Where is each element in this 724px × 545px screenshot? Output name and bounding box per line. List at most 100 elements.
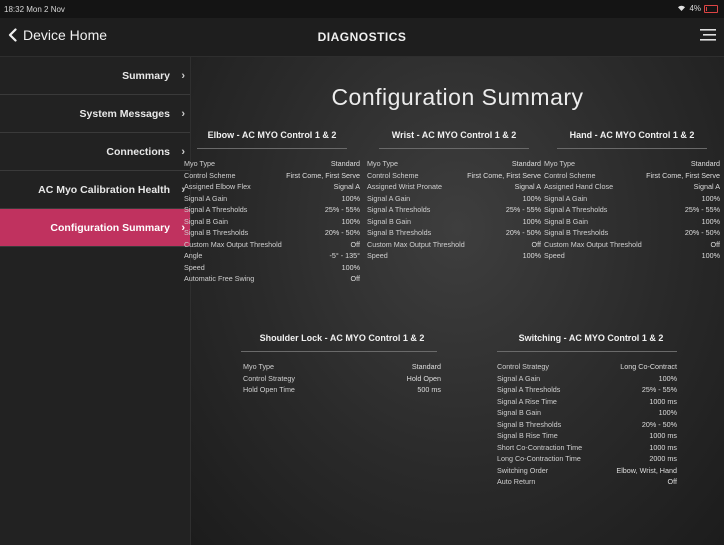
sidebar-item-summary[interactable]: Summary ›	[0, 57, 190, 95]
config-row-label: Speed	[184, 262, 205, 272]
config-row-value: 20% - 50%	[505, 228, 541, 237]
config-row-value: -5° - 135°	[329, 251, 360, 260]
config-row-label: Auto Return	[497, 477, 536, 486]
config-row: Myo Type Standard	[367, 158, 541, 170]
config-row: Signal A Rise Time 1000 ms	[497, 396, 677, 408]
config-row: Signal A Gain 100%	[497, 373, 677, 385]
section-heading: Elbow - AC MYO Control 1 & 2	[207, 130, 337, 140]
config-row-label: Signal B Gain	[497, 408, 541, 417]
config-row-value: 20% - 50%	[684, 228, 720, 237]
config-row-value: 20% - 50%	[641, 419, 677, 429]
config-row: Signal B Gain 100%	[184, 216, 360, 228]
config-row-value: 100%	[701, 193, 720, 203]
config-row-value: Signal A	[514, 182, 541, 191]
sidebar-item-system-messages[interactable]: System Messages ›	[0, 95, 190, 133]
config-row-label: Signal B Thresholds	[497, 419, 562, 429]
status-time: 18:32 Mon 2 Nov	[4, 5, 65, 14]
config-row: Signal B Thresholds 20% - 50%	[544, 227, 720, 239]
sidebar: Summary › System Messages › Connections …	[0, 57, 191, 545]
config-row: Signal B Gain 100%	[497, 407, 677, 419]
config-row-label: Custom Max Output Threshold	[544, 239, 642, 249]
config-row: Control Scheme First Come, First Serve	[184, 170, 360, 182]
config-row-value: 2000 ms	[649, 454, 677, 463]
page-title: DIAGNOSTICS	[317, 30, 407, 44]
chevron-right-icon: ›	[181, 107, 185, 120]
config-row-label: Automatic Free Swing	[184, 274, 255, 283]
shoulder-lock-section: Shoulder Lock - AC MYO Control 1 & 2 Myo…	[237, 333, 447, 396]
config-row: Switching Order Elbow, Wrist, Hand	[497, 465, 677, 477]
config-row-value: 100%	[341, 193, 360, 203]
config-row: Short Co-Contraction Time 1000 ms	[497, 442, 677, 454]
config-row-value: Elbow, Wrist, Hand	[616, 465, 677, 475]
sidebar-item-configuration-summary[interactable]: Configuration Summary ›	[0, 209, 190, 247]
config-row: Signal A Gain 100%	[544, 193, 720, 205]
sidebar-item-ac-myo-calibration-health[interactable]: AC Myo Calibration Health ›	[0, 171, 190, 209]
config-row-value: Standard	[511, 159, 541, 168]
config-row: Myo Type Standard	[243, 361, 441, 373]
divider	[241, 351, 437, 352]
config-row: Assigned Elbow Flex Signal A	[184, 181, 360, 193]
config-row: Control Scheme First Come, First Serve	[367, 170, 541, 182]
config-row-label: Signal A Thresholds	[544, 205, 608, 214]
config-row-label: Hold Open Time	[243, 385, 295, 394]
section-heading: Wrist - AC MYO Control 1 & 2	[391, 130, 517, 140]
nav-bar: Device Home DIAGNOSTICS	[0, 18, 724, 57]
config-row-value: First Come, First Serve	[467, 170, 541, 180]
hand-section: Hand - AC MYO Control 1 & 2 Myo Type Stan…	[544, 130, 720, 262]
config-row: Long Co-Contraction Time 2000 ms	[497, 453, 677, 465]
config-row-value: 25% - 55%	[505, 205, 541, 214]
config-row: Custom Max Output Threshold Off	[544, 239, 720, 251]
config-row: Control Strategy Long Co-Contract	[497, 361, 677, 373]
config-row: Signal A Thresholds 25% - 55%	[544, 204, 720, 216]
config-row-value: Standard	[330, 159, 360, 168]
sidebar-item-label: Configuration Summary	[50, 221, 170, 234]
config-row: Signal A Thresholds 25% - 55%	[497, 384, 677, 396]
sidebar-item-label: System Messages	[79, 107, 170, 120]
config-rows: Myo Type Standard Control Strategy Hold Ope…	[237, 361, 447, 396]
switching-section: Switching - AC MYO Control 1 & 2 Control…	[493, 333, 689, 488]
config-row: Signal B Rise Time 1000 ms	[497, 430, 677, 442]
config-row-label: Signal A Thresholds	[367, 205, 431, 214]
config-row-label: Assigned Wrist Pronate	[367, 182, 442, 191]
config-row-label: Angle	[184, 251, 203, 260]
config-row-label: Signal A Gain	[184, 193, 228, 203]
wrist-section: Wrist - AC MYO Control 1 & 2 Myo Type Sta…	[367, 130, 541, 262]
config-row: Signal A Gain 100%	[367, 193, 541, 205]
config-row-label: Signal B Gain	[367, 216, 411, 226]
config-row-value: Off	[350, 274, 360, 283]
divider	[497, 351, 677, 352]
config-row-label: Myo Type	[367, 159, 399, 168]
config-row-value: Off	[710, 239, 720, 249]
config-row-value: 25% - 55%	[324, 205, 360, 214]
sidebar-item-connections[interactable]: Connections ›	[0, 133, 190, 171]
config-row-label: Signal B Thresholds	[544, 228, 609, 237]
config-row: Custom Max Output Threshold Off	[367, 239, 541, 251]
config-row-label: Signal A Thresholds	[184, 205, 248, 214]
hamburger-menu-icon[interactable]	[700, 28, 716, 47]
elbow-section: Elbow - AC MYO Control 1 & 2 Myo Type Sta…	[184, 130, 360, 285]
config-row-label: Control Strategy	[497, 362, 549, 371]
config-row-value: 100%	[701, 251, 720, 260]
config-row-label: Myo Type	[243, 362, 275, 371]
config-row-value: First Come, First Serve	[646, 170, 720, 180]
config-row: Signal B Gain 100%	[367, 216, 541, 228]
section-heading: Switching - AC MYO Control 1 & 2	[518, 333, 664, 343]
config-row: Custom Max Output Threshold Off	[184, 239, 360, 251]
config-row-value: Standard	[411, 362, 441, 371]
battery-percent: 4%	[689, 4, 701, 13]
sidebar-item-label: Connections	[106, 145, 170, 158]
configuration-summary-title: Configuration Summary	[331, 84, 584, 110]
main-content: Configuration Summary Elbow - AC MYO Con…	[184, 57, 724, 545]
config-row-value: Off	[531, 239, 541, 249]
config-row-label: Control Strategy	[243, 373, 295, 383]
config-row: Signal A Gain 100%	[184, 193, 360, 205]
config-row-value: Signal A	[333, 182, 360, 191]
config-row-label: Short Co-Contraction Time	[497, 442, 583, 452]
section-heading: Hand - AC MYO Control 1 & 2	[569, 130, 695, 140]
config-row: Signal B Thresholds 20% - 50%	[497, 419, 677, 431]
config-row: Assigned Wrist Pronate Signal A	[367, 181, 541, 193]
config-row-value: Signal A	[693, 182, 720, 191]
config-row-value: Hold Open	[406, 373, 441, 383]
config-row-label: Long Co-Contraction Time	[497, 454, 581, 463]
config-row-value: 1000 ms	[649, 396, 677, 406]
